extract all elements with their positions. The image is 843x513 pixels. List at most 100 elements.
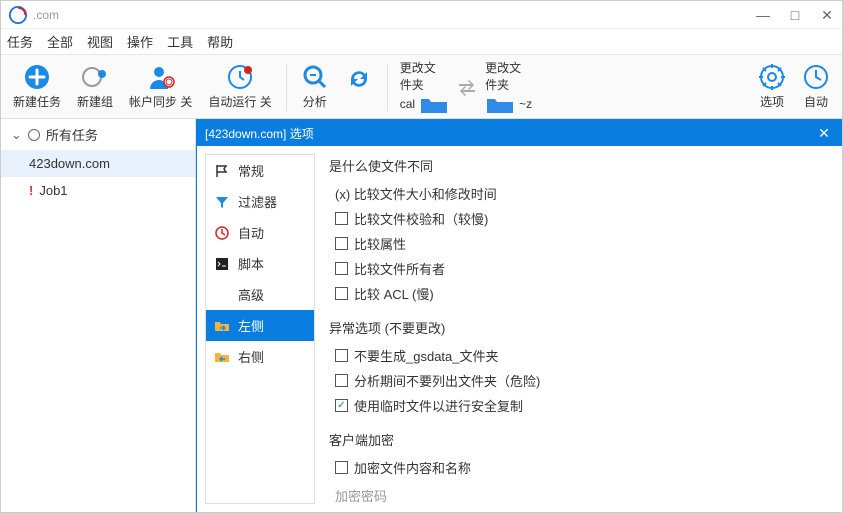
nav-right[interactable]: 右侧 bbox=[206, 341, 314, 372]
auto-run-button[interactable]: 自动运行 关 bbox=[200, 59, 279, 114]
opt-no-list[interactable]: 分析期间不要列出文件夹（危险) bbox=[335, 368, 828, 393]
sync-direction-icon[interactable] bbox=[455, 75, 479, 99]
left-folder-header2: 件夹 bbox=[400, 76, 424, 93]
opt-owner[interactable]: 比较文件所有者 bbox=[335, 256, 828, 281]
right-folder-header1: 更改文 bbox=[485, 59, 521, 76]
tree-item-423down[interactable]: 423down.com bbox=[1, 150, 195, 177]
chevron-down-icon: ⌄ bbox=[11, 127, 22, 143]
options-dialog: [423down.com] 选项 ✕ 常规 过滤器 bbox=[196, 119, 843, 513]
toolbar: 新建任务 新建组 帐户同步 关 自动运行 关 分析 bbox=[1, 55, 842, 119]
menu-help[interactable]: 帮助 bbox=[207, 32, 233, 51]
minimize-button[interactable]: — bbox=[756, 8, 770, 22]
left-folder-box[interactable]: 更改文 件夹 cal bbox=[394, 55, 455, 119]
account-sync-label: 帐户同步 关 bbox=[129, 93, 192, 110]
nav-general[interactable]: 常规 bbox=[206, 155, 314, 186]
main-area: ⌄ 所有任务 423down.com ! Job1 [423down.com] … bbox=[1, 119, 842, 512]
opt-label: 不要生成_gsdata_文件夹 bbox=[354, 346, 499, 365]
clock-auto-icon bbox=[226, 63, 254, 91]
funnel-icon bbox=[214, 194, 230, 210]
new-group-button[interactable]: 新建组 bbox=[69, 59, 121, 114]
menu-tools[interactable]: 工具 bbox=[167, 32, 193, 51]
folder-arrow-left-icon bbox=[214, 349, 230, 365]
checkbox-icon bbox=[335, 287, 348, 300]
menu-bar: 任务 全部 视图 操作 工具 帮助 bbox=[1, 29, 842, 55]
fixed-option: (x) 比较文件大小和修改时间 bbox=[335, 181, 828, 206]
clock-small-icon bbox=[214, 225, 230, 241]
options-label: 选项 bbox=[760, 93, 784, 110]
menu-view[interactable]: 视图 bbox=[87, 32, 113, 51]
opt-temp-file[interactable]: 使用临时文件以进行安全复制 bbox=[335, 393, 828, 418]
nav-advanced[interactable]: 高级 bbox=[206, 279, 314, 310]
tree-header[interactable]: ⌄ 所有任务 bbox=[1, 119, 195, 150]
group-title: 客户端加密 bbox=[329, 430, 828, 449]
opt-encrypt[interactable]: 加密文件内容和名称 bbox=[335, 455, 828, 480]
magnifier-icon bbox=[301, 63, 329, 91]
opt-label: 分析期间不要列出文件夹（危险) bbox=[354, 371, 540, 390]
dialog-close-button[interactable]: ✕ bbox=[814, 125, 834, 142]
dialog-title: [423down.com] 选项 bbox=[205, 125, 814, 142]
right-folder-label: ~z bbox=[519, 97, 532, 111]
nav-label: 脚本 bbox=[238, 254, 264, 273]
gear-icon bbox=[758, 63, 786, 91]
tree-item-job1[interactable]: ! Job1 bbox=[1, 177, 195, 204]
opt-acl[interactable]: 比较 ACL (慢) bbox=[335, 281, 828, 306]
auto-button[interactable]: 自动 bbox=[794, 59, 838, 114]
refresh-button[interactable] bbox=[337, 61, 381, 113]
opt-attr[interactable]: 比较属性 bbox=[335, 231, 828, 256]
nav-auto[interactable]: 自动 bbox=[206, 217, 314, 248]
alert-icon: ! bbox=[29, 183, 33, 198]
right-area: [423down.com] 选项 ✕ 常规 过滤器 bbox=[196, 119, 842, 512]
group-icon bbox=[81, 63, 109, 91]
checkbox-icon bbox=[335, 237, 348, 250]
opt-checksum[interactable]: 比较文件校验和（较慢) bbox=[335, 206, 828, 231]
menu-operate[interactable]: 操作 bbox=[127, 32, 153, 51]
checkbox-icon bbox=[335, 262, 348, 275]
plus-circle-icon bbox=[23, 63, 51, 91]
nav-script[interactable]: 脚本 bbox=[206, 248, 314, 279]
checkbox-icon bbox=[335, 461, 348, 474]
group-abnormal: 异常选项 (不要更改) 不要生成_gsdata_文件夹 分析期间不要列出文件夹（… bbox=[329, 318, 828, 418]
nav-label: 自动 bbox=[238, 223, 264, 242]
left-folder-header1: 更改文 bbox=[400, 59, 436, 76]
job-tree: ⌄ 所有任务 423down.com ! Job1 bbox=[1, 119, 196, 512]
nav-filter[interactable]: 过滤器 bbox=[206, 186, 314, 217]
window-controls: — □ ✕ bbox=[756, 8, 834, 22]
auto-run-label: 自动运行 关 bbox=[208, 93, 271, 110]
maximize-button[interactable]: □ bbox=[788, 8, 802, 22]
right-folder-box[interactable]: 更改文 件夹 ~z bbox=[479, 55, 538, 119]
user-sync-icon bbox=[147, 63, 175, 91]
group-encrypt: 客户端加密 加密文件内容和名称 加密密码 bbox=[329, 430, 828, 505]
toolbar-separator-2 bbox=[387, 63, 388, 111]
right-folder-header2: 件夹 bbox=[485, 76, 509, 93]
account-sync-button[interactable]: 帐户同步 关 bbox=[121, 59, 200, 114]
menu-task[interactable]: 任务 bbox=[7, 32, 33, 51]
main-window: .com — □ ✕ 任务 全部 视图 操作 工具 帮助 新建任务 新建组 bbox=[0, 0, 843, 513]
app-logo-icon bbox=[9, 6, 27, 24]
encrypt-password-label: 加密密码 bbox=[335, 486, 828, 505]
dialog-titlebar: [423down.com] 选项 ✕ bbox=[197, 120, 842, 146]
nav-left[interactable]: 左侧 bbox=[206, 310, 314, 341]
opt-no-gsdata[interactable]: 不要生成_gsdata_文件夹 bbox=[335, 343, 828, 368]
opt-label: 比较文件校验和（较慢) bbox=[354, 209, 488, 228]
new-group-label: 新建组 bbox=[77, 93, 113, 110]
refresh-label bbox=[357, 95, 360, 109]
all-jobs-label: 所有任务 bbox=[46, 125, 98, 144]
dialog-nav: 常规 过滤器 自动 脚本 bbox=[205, 154, 315, 504]
group-what-differs: 是什么使文件不同 (x) 比较文件大小和修改时间 比较文件校验和（较慢) 比较属… bbox=[329, 156, 828, 306]
opt-label: 比较 ACL (慢) bbox=[354, 284, 434, 303]
titlebar: .com — □ ✕ bbox=[1, 1, 842, 29]
folder-left-icon bbox=[419, 95, 449, 115]
close-button[interactable]: ✕ bbox=[820, 8, 834, 22]
auto-label: 自动 bbox=[804, 93, 828, 110]
clock-icon bbox=[802, 63, 830, 91]
menu-all[interactable]: 全部 bbox=[47, 32, 73, 51]
new-task-button[interactable]: 新建任务 bbox=[5, 59, 69, 114]
group-title: 是什么使文件不同 bbox=[329, 156, 828, 175]
analyze-button[interactable]: 分析 bbox=[293, 59, 337, 114]
options-button[interactable]: 选项 bbox=[750, 59, 794, 114]
nav-label: 高级 bbox=[238, 285, 264, 304]
tree-item-label: Job1 bbox=[39, 183, 67, 198]
flag-icon bbox=[214, 163, 230, 179]
new-task-label: 新建任务 bbox=[13, 93, 61, 110]
checkbox-checked-icon bbox=[335, 399, 348, 412]
